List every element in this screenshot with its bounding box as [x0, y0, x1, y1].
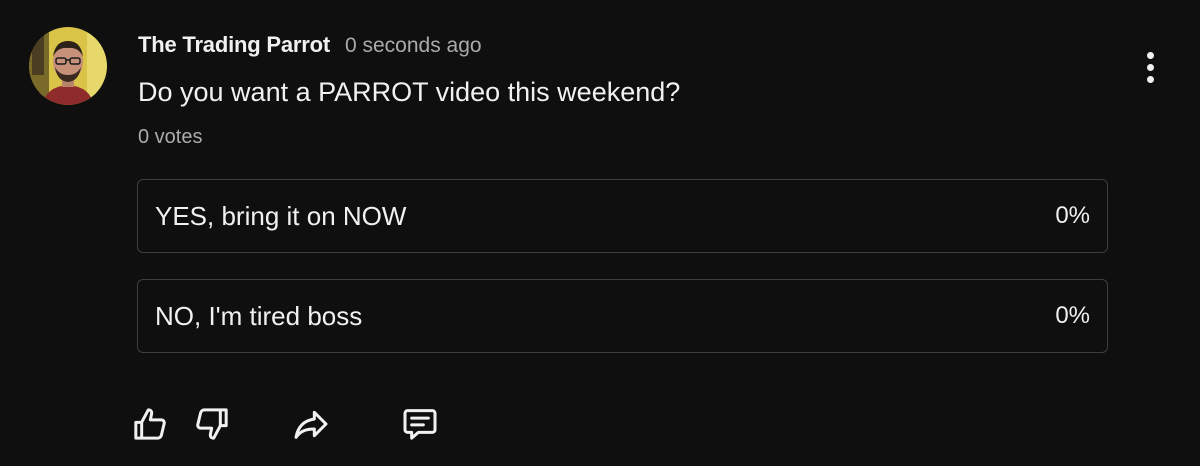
like-button[interactable]	[130, 404, 170, 444]
more-vertical-icon-dot	[1146, 75, 1154, 83]
channel-avatar[interactable]	[29, 27, 107, 105]
more-vertical-icon	[1146, 51, 1154, 59]
channel-name[interactable]: The Trading Parrot	[138, 32, 330, 58]
post-header: The Trading Parrot 0 seconds ago	[138, 32, 482, 58]
more-actions-button[interactable]	[1134, 48, 1166, 86]
thumb-up-icon	[134, 408, 166, 440]
poll-option-label: YES, bring it on NOW	[155, 200, 407, 231]
poll-option-no[interactable]: NO, I'm tired boss 0%	[137, 279, 1108, 353]
avatar-image	[29, 27, 107, 105]
comment-icon	[403, 409, 437, 440]
comment-button[interactable]	[400, 404, 440, 444]
more-vertical-icon-dot	[1146, 63, 1154, 71]
dislike-button[interactable]	[192, 404, 232, 444]
community-post: The Trading Parrot 0 seconds ago Do you …	[0, 0, 1200, 466]
poll-option-percent: 0%	[1055, 302, 1090, 329]
poll-question: Do you want a PARROT video this weekend?	[138, 77, 681, 107]
thumb-down-icon	[196, 408, 228, 440]
share-icon	[294, 410, 328, 439]
post-timestamp[interactable]: 0 seconds ago	[345, 34, 482, 58]
share-button[interactable]	[291, 404, 331, 444]
poll-option-percent: 0%	[1055, 202, 1090, 229]
poll-option-label: NO, I'm tired boss	[155, 300, 363, 331]
poll-option-yes[interactable]: YES, bring it on NOW 0%	[137, 179, 1108, 253]
poll-vote-count: 0 votes	[138, 126, 203, 148]
